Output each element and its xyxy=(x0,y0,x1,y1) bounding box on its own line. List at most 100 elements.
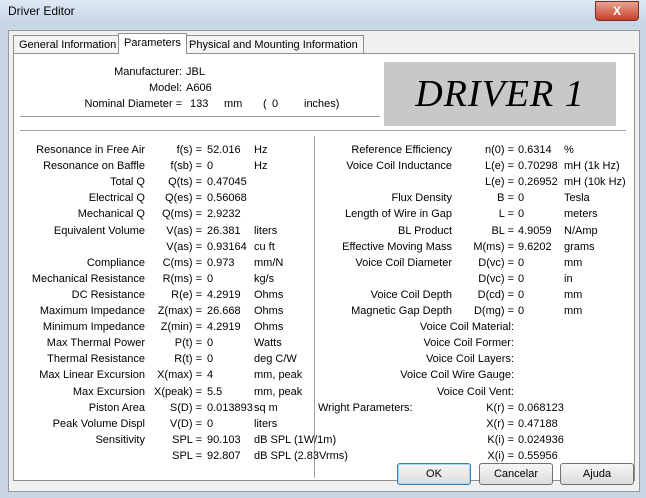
diameter-unit: mm xyxy=(224,98,243,110)
title-bar: Driver Editor X xyxy=(0,0,646,22)
param-symbol: M(ms) = xyxy=(473,240,514,253)
param-unit: liters xyxy=(254,417,278,430)
param-unit: mm xyxy=(564,288,583,301)
param-unit: in xyxy=(564,272,573,285)
voice-coil-field-label: Voice Coil Material: xyxy=(419,321,514,334)
param-value: 5.5 xyxy=(207,385,223,398)
param-label: DC Resistance xyxy=(71,288,145,301)
param-unit: mm/N xyxy=(254,256,284,269)
param-value: 0.70298 xyxy=(518,160,558,173)
voice-coil-field-label: Voice Coil Former: xyxy=(423,337,514,350)
param-label: Resonance on Baffle xyxy=(43,160,145,173)
param-unit: dB SPL (1W/1m) xyxy=(254,433,337,446)
diameter-value: 133 xyxy=(190,98,209,110)
param-label: Electrical Q xyxy=(88,192,145,205)
param-unit: Watts xyxy=(254,337,282,350)
param-label: Thermal Resistance xyxy=(47,353,145,366)
param-value: 26.668 xyxy=(207,305,241,317)
ok-button[interactable]: OK xyxy=(397,463,471,485)
param-unit: sq m xyxy=(254,401,278,414)
param-symbol: n(0) = xyxy=(484,144,514,156)
param-value: 52.016 xyxy=(207,144,241,156)
param-label: Total Q xyxy=(110,176,145,189)
param-value: 90.103 xyxy=(207,433,241,446)
wright-value: 0.55956 xyxy=(518,449,558,462)
close-icon: X xyxy=(612,4,621,18)
help-button[interactable]: Ajuda xyxy=(560,463,634,485)
param-value: 0 xyxy=(207,353,214,366)
param-unit: mm, peak xyxy=(254,385,303,398)
param-label: Compliance xyxy=(86,256,145,269)
param-unit: N/Amp xyxy=(564,224,598,237)
param-symbol: BL = xyxy=(491,224,514,237)
param-symbol: L = xyxy=(498,208,514,221)
param-value: 0.93164 xyxy=(207,240,247,253)
wright-value: 0.068123 xyxy=(518,401,564,414)
param-value: 0.47045 xyxy=(207,176,247,189)
close-button[interactable]: X xyxy=(595,1,639,21)
param-unit: Ohms xyxy=(254,321,284,334)
param-symbol: D(cd) = xyxy=(477,288,514,301)
param-value: 2.9232 xyxy=(207,208,241,221)
param-value: 4.9059 xyxy=(518,224,552,237)
manufacturer-value: JBL xyxy=(186,66,205,78)
param-symbol: C(ms) = xyxy=(162,256,202,269)
wright-symbol: X(r) = xyxy=(486,417,514,430)
model-value: A606 xyxy=(186,82,212,94)
parameters-panel: Manufacturer: JBL Model: A606 Nominal Di… xyxy=(13,53,635,481)
param-label: Effective Moving Mass xyxy=(342,240,452,253)
param-unit: % xyxy=(564,144,574,156)
wright-symbol: K(r) = xyxy=(486,401,514,414)
param-symbol: f(sb) = xyxy=(170,160,202,173)
param-label: Voice Coil Inductance xyxy=(346,160,452,173)
param-symbol: X(peak) = xyxy=(154,385,202,398)
param-symbol: SPL = xyxy=(172,449,202,462)
driver-logo-text: DRIVER 1 xyxy=(415,73,585,115)
param-unit: mH (10k Hz) xyxy=(564,176,626,189)
wright-value: 0.024936 xyxy=(518,433,564,446)
tab-general-information[interactable]: General Information xyxy=(13,35,123,54)
param-symbol: V(D) = xyxy=(169,417,202,430)
param-value: 0 xyxy=(207,272,214,285)
model-label: Model: xyxy=(148,82,182,94)
param-symbol: P(t) = xyxy=(174,337,202,350)
param-unit: Hz xyxy=(254,160,268,173)
param-symbol: L(e) = xyxy=(484,160,514,173)
param-unit: dB SPL (2.83Vrms) xyxy=(254,449,348,462)
param-label: Equivalent Volume xyxy=(53,224,145,237)
section-divider xyxy=(20,130,626,132)
cancel-button[interactable]: Cancelar xyxy=(479,463,553,485)
param-symbol: V(as) = xyxy=(166,224,202,237)
tab-physical-mounting[interactable]: Physical and Mounting Information xyxy=(183,35,364,54)
param-value: 0 xyxy=(207,417,214,430)
param-value: 0 xyxy=(518,305,525,317)
param-unit: Ohms xyxy=(254,305,284,317)
param-value: 0.6314 xyxy=(518,144,552,156)
param-value: 9.6202 xyxy=(518,240,552,253)
wright-value: 0.47188 xyxy=(518,417,558,430)
param-value: 0.56068 xyxy=(207,192,247,205)
param-symbol: D(vc) = xyxy=(478,256,514,269)
tab-parameters[interactable]: Parameters xyxy=(118,33,187,54)
param-label: Mechanical Q xyxy=(77,208,145,221)
param-symbol: SPL = xyxy=(172,433,202,446)
param-value: 0.013893 xyxy=(207,401,253,414)
param-unit: Tesla xyxy=(564,192,590,205)
param-symbol: D(mg) = xyxy=(473,305,514,317)
param-symbol: Q(ms) = xyxy=(161,208,202,221)
param-label: Length of Wire in Gap xyxy=(344,208,452,221)
dialog-client: General Information Parameters Physical … xyxy=(8,30,640,492)
param-unit: mm, peak xyxy=(254,369,303,382)
param-label: Peak Volume Displ xyxy=(52,417,145,430)
param-unit: liters xyxy=(254,224,278,237)
voice-coil-field-label: Voice Coil Vent: xyxy=(436,385,514,398)
param-unit: Ohms xyxy=(254,288,284,301)
diameter-inches-value: 0 xyxy=(272,98,279,110)
header-divider xyxy=(20,116,380,118)
param-label: Voice Coil Depth xyxy=(370,288,452,301)
param-label: Reference Efficiency xyxy=(351,144,452,156)
param-symbol: Q(es) = xyxy=(165,192,202,205)
diameter-open-paren: ( xyxy=(263,98,267,110)
param-value: 0 xyxy=(518,288,525,301)
manufacturer-label: Manufacturer: xyxy=(114,66,182,78)
